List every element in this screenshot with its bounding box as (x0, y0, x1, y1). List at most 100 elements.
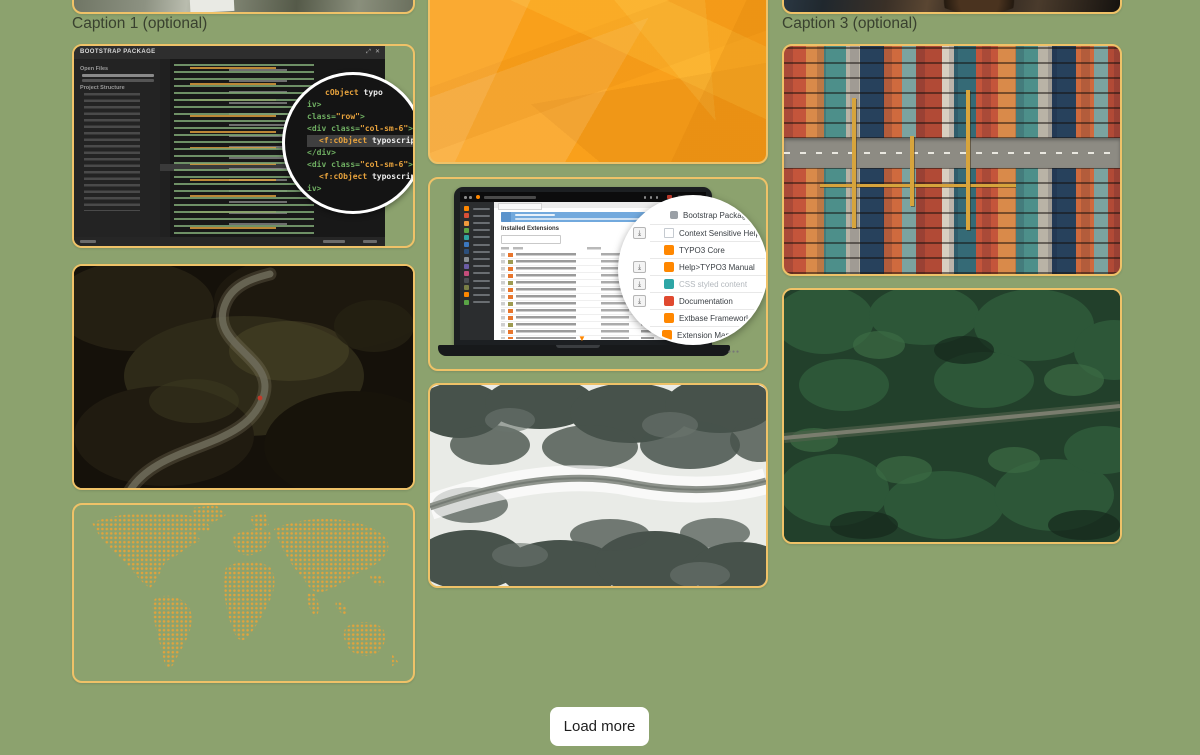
extension-list-item: Help>TYPO3 Manual (664, 260, 755, 274)
gallery-image-snowy-forest[interactable] (428, 383, 768, 588)
dock-strip (784, 138, 1120, 168)
typo3-logo-icon: ▼ (578, 335, 586, 343)
sidebar-section-project-structure: Project Structure (80, 85, 160, 91)
gallery-image-orange-polygons[interactable] (428, 0, 768, 164)
gallery-image-partial-top-right[interactable] (782, 0, 1122, 14)
gallery-image-partial-top-left[interactable] (72, 0, 415, 14)
window-title-bar (484, 196, 536, 199)
gallery-image-containers[interactable] (782, 44, 1122, 276)
editor-window-title: BOOTSTRAP PACKAGE (74, 46, 385, 59)
crane-mast (852, 98, 856, 228)
module-icon (464, 278, 469, 283)
module-icon (464, 221, 469, 226)
typo3-logo-icon (476, 195, 480, 199)
line-number-gutter (160, 59, 170, 237)
crane-beam (820, 184, 1016, 187)
gallery-image-green-forest[interactable] (782, 288, 1122, 544)
crane-mast (966, 90, 970, 230)
extension-list-item-disabled: CSS styled content (664, 277, 747, 291)
photo-texture (934, 0, 1024, 14)
extension-list-item: Context Sensitive Help (664, 226, 760, 240)
code-line: iv> (307, 183, 415, 195)
project-tree (80, 93, 160, 211)
extension-icon (664, 262, 674, 272)
photo-texture (190, 0, 235, 13)
module-icon (464, 271, 469, 276)
status-bar-item (363, 240, 377, 243)
magnifier-lens: Bootstrap Package Context Sensitive Help… (618, 195, 768, 345)
tab (498, 203, 542, 210)
module-icon (464, 264, 469, 269)
toolbar-icon (650, 196, 653, 199)
status-bar-item (80, 240, 96, 243)
code-line: <div class="col-sm-6"> (307, 123, 415, 135)
checkbox-column (501, 253, 505, 339)
extension-icon-column (508, 253, 513, 339)
laptop-vent-dots: ●●● (728, 349, 740, 355)
gallery-image-code-editor[interactable]: BOOTSTRAP PACKAGE ⤢ ✕ Open Files Project… (72, 44, 415, 248)
toolbar-icon (656, 196, 659, 199)
code-line: iv> (307, 99, 415, 111)
typo3-module-sidebar (460, 202, 494, 340)
extension-name-column (516, 253, 576, 339)
gallery-image-typo3-laptop[interactable]: Installed Extensions (428, 177, 768, 371)
module-icon (464, 228, 469, 233)
gallery-image-mountain-road[interactable] (72, 264, 415, 490)
module-icon (464, 285, 469, 290)
laptop-notch (556, 345, 600, 348)
download-icon: ⤓ (638, 264, 641, 271)
image-caption-1: Caption 1 (optional) (72, 14, 207, 34)
extension-list-item: Bootstrap Package (670, 208, 751, 222)
toolbar-icon (644, 196, 647, 199)
module-icon (464, 292, 469, 297)
lane-markings (784, 152, 1120, 154)
install-extension-button: ⤓ (633, 261, 646, 273)
install-extension-button: ⤓ (633, 227, 646, 239)
checkbox-icon (664, 228, 674, 238)
download-icon: ⤓ (638, 281, 641, 288)
extension-icon (664, 296, 674, 306)
extension-icon (662, 330, 672, 340)
extension-list-item: Documentation (664, 294, 733, 308)
code-line-highlighted: <f:cObject typoscriptOb (307, 135, 415, 147)
code-line: cObject typo (307, 87, 415, 99)
editor-window-controls: ⤢ ✕ (366, 46, 380, 59)
magnifier-lens: cObject typo iv> class="row"> <div class… (282, 72, 415, 214)
code-line: </div> (307, 147, 415, 159)
gallery-page: Caption 1 (optional) Caption 3 (optional… (0, 0, 1200, 755)
extension-list-item: TYPO3 Core (664, 243, 725, 257)
window-dot-icon (464, 196, 467, 199)
window-expand-icon: ⤢ (366, 46, 371, 59)
download-icon: ⤓ (638, 298, 641, 305)
photo-texture (74, 266, 413, 488)
crane-mast (910, 136, 914, 206)
code-line: class="row"> (307, 111, 415, 123)
open-file-item (82, 79, 154, 82)
code-line: <div class="col-sm-6"> (307, 159, 415, 171)
banner-text-bar (515, 214, 555, 216)
module-icon (464, 206, 469, 211)
install-extension-button: ⤓ (633, 278, 646, 290)
extension-search-input (501, 235, 561, 244)
extension-list-item: Extbase Framework for Extens (664, 311, 768, 325)
download-icon: ⤓ (638, 230, 641, 237)
photo-texture (430, 385, 766, 586)
editor-status-bar (74, 237, 385, 246)
image-caption-3: Caption 3 (optional) (782, 14, 917, 34)
install-extension-button: ⤓ (633, 295, 646, 307)
gallery-image-world-map[interactable] (72, 503, 415, 683)
info-icon (501, 212, 511, 222)
module-icon (464, 213, 469, 218)
extension-icon (670, 211, 678, 219)
module-icon (464, 235, 469, 240)
module-icon (464, 249, 469, 254)
code-line: <f:cObject typoscript (307, 171, 415, 183)
load-more-button[interactable]: Load more (550, 707, 649, 746)
photo-texture (784, 290, 1120, 542)
extension-icon (664, 245, 674, 255)
status-bar-item (323, 240, 345, 243)
module-icon (464, 300, 469, 305)
extension-icon (664, 313, 674, 323)
open-file-item (82, 74, 154, 77)
page-heading: Installed Extensions (501, 226, 559, 232)
